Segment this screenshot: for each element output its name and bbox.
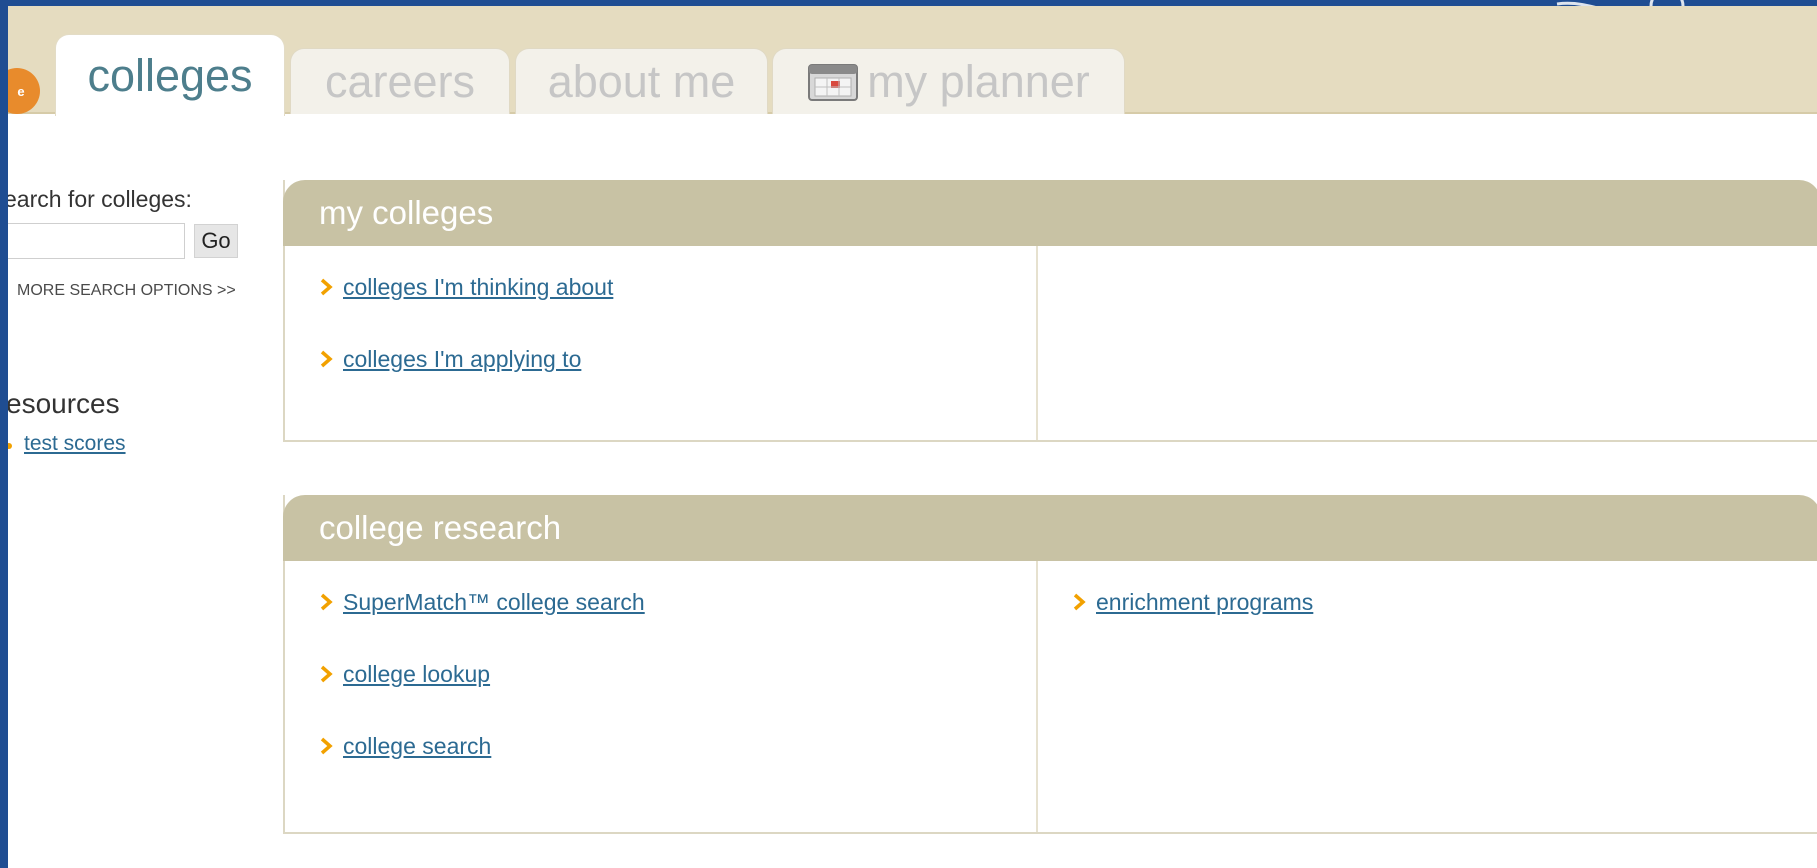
calendar-icon xyxy=(808,63,859,101)
list-item: college lookup xyxy=(319,659,1036,689)
tab-colleges[interactable]: colleges xyxy=(55,34,285,116)
colleges-thinking-about-link[interactable]: colleges I'm thinking about xyxy=(343,274,613,301)
chevron-right-icon xyxy=(320,278,333,296)
list-item: SuperMatch™ college search xyxy=(319,587,1036,617)
chevron-right-icon xyxy=(1073,593,1086,611)
bullet-icon xyxy=(8,443,12,449)
chevron-right-icon xyxy=(320,665,333,683)
list-item: colleges I'm thinking about xyxy=(319,272,1036,302)
tab-careers-label: careers xyxy=(324,55,476,107)
chevron-right-icon xyxy=(320,350,333,368)
tab-about-me-label: about me xyxy=(547,55,736,107)
college-lookup-link[interactable]: college lookup xyxy=(343,661,490,688)
list-item: enrichment programs xyxy=(1072,587,1817,617)
my-colleges-header: my colleges xyxy=(283,180,1817,246)
college-research-header: college research xyxy=(283,495,1817,561)
chevron-right-icon xyxy=(320,737,333,755)
college-search-link[interactable]: college search xyxy=(343,733,491,760)
tab-colleges-label: colleges xyxy=(87,49,253,101)
tab-careers[interactable]: careers xyxy=(290,48,510,114)
my-colleges-left-column: colleges I'm thinking about colleges I'm… xyxy=(285,246,1038,440)
browser-page: e colleges careers about me my planner e… xyxy=(8,6,1817,868)
college-research-panel: college research SuperMatch™ college sea… xyxy=(283,495,1817,834)
test-scores-link[interactable]: test scores xyxy=(24,432,126,456)
college-research-right-column: enrichment programs xyxy=(1038,561,1817,832)
more-search-options-link[interactable]: MORE SEARCH OPTIONS >> xyxy=(17,282,236,300)
college-research-left-column: SuperMatch™ college search college looku… xyxy=(285,561,1038,832)
college-search-input[interactable] xyxy=(8,223,185,259)
tab-my-planner[interactable]: my planner xyxy=(772,48,1125,114)
tab-my-planner-label: my planner xyxy=(867,55,1090,107)
college-research-body: SuperMatch™ college search college looku… xyxy=(285,561,1817,832)
resources-heading: esources xyxy=(8,388,120,419)
chevron-right-icon xyxy=(320,593,333,611)
my-colleges-panel: my colleges colleges I'm thinking about … xyxy=(283,180,1817,442)
my-colleges-right-column xyxy=(1038,246,1817,440)
search-label: earch for colleges: xyxy=(8,186,192,212)
go-button[interactable]: Go xyxy=(194,224,238,258)
list-item: colleges I'm applying to xyxy=(319,344,1036,374)
enrichment-programs-link[interactable]: enrichment programs xyxy=(1096,589,1313,616)
tab-bar: e colleges careers about me my planner xyxy=(8,6,1817,116)
supermatch-college-search-link[interactable]: SuperMatch™ college search xyxy=(343,589,645,616)
list-item: college search xyxy=(319,731,1036,761)
home-badge[interactable]: e xyxy=(8,68,40,114)
tab-about-me[interactable]: about me xyxy=(515,48,768,114)
colleges-applying-to-link[interactable]: colleges I'm applying to xyxy=(343,346,581,373)
my-colleges-body: colleges I'm thinking about colleges I'm… xyxy=(285,246,1817,440)
